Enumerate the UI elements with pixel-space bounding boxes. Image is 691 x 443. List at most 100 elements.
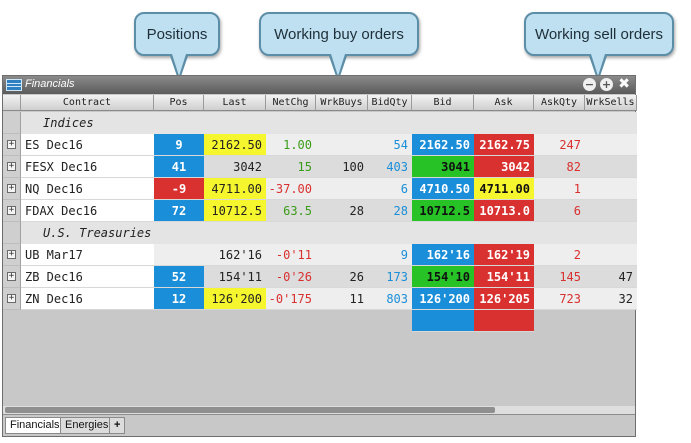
cell-contract[interactable]: ZB Dec16 <box>21 266 154 288</box>
cell-bid[interactable]: 126'200 <box>412 288 474 310</box>
cell-bidqty: 173 <box>368 266 412 288</box>
row-gutter: + <box>3 266 21 288</box>
expand-icon[interactable]: + <box>7 294 16 303</box>
cell-ask[interactable]: 154'11 <box>474 266 534 288</box>
column-header-netchg[interactable]: NetChg <box>266 95 316 111</box>
column-header-ask[interactable]: Ask <box>474 95 534 111</box>
cell-wrksells <box>585 244 637 266</box>
close-icon[interactable]: ✖ <box>618 77 630 92</box>
cell-pos: -9 <box>154 178 204 200</box>
cell-contract[interactable]: ZN Dec16 <box>21 288 154 310</box>
cell-netchg: -37.00 <box>266 178 316 200</box>
header-gutter <box>3 95 21 111</box>
expand-icon[interactable]: + <box>7 272 16 281</box>
expand-icon[interactable]: + <box>7 140 16 149</box>
cell-ask[interactable]: 10713.0 <box>474 200 534 222</box>
instrument-row[interactable]: + ZN Dec16 12 126'200 -0'175 11 803 126'200 126'… <box>3 288 637 310</box>
instrument-row[interactable]: + UB Mar17 162'16 -0'11 9 162'16 162'19 2 <box>3 244 637 266</box>
cell-bid[interactable]: 10712.5 <box>412 200 474 222</box>
cell-netchg: -0'11 <box>266 244 316 266</box>
financials-window: Financials − + ✖ Contract Pos Last NetChg Wr… <box>2 75 637 437</box>
cell-last: 126'200 <box>204 288 266 310</box>
cell-contract[interactable]: FESX Dec16 <box>21 156 154 178</box>
expand-icon[interactable]: + <box>7 162 16 171</box>
window-titlebar[interactable]: Financials − + ✖ <box>3 76 635 94</box>
column-header-bid[interactable]: Bid <box>412 95 474 111</box>
cell-contract[interactable]: NQ Dec16 <box>21 178 154 200</box>
column-header-wrksells[interactable]: WrkSells <box>585 95 637 111</box>
cell-wrkbuys: 28 <box>316 200 368 222</box>
cell-bid[interactable]: 3041 <box>412 156 474 178</box>
cell-ask[interactable]: 126'205 <box>474 288 534 310</box>
cell-bidqty: 28 <box>368 200 412 222</box>
column-header-askqty[interactable]: AskQty <box>534 95 585 111</box>
cell-bidqty: 9 <box>368 244 412 266</box>
row-gutter: + <box>3 200 21 222</box>
instrument-row[interactable]: + ZB Dec16 52 154'11 -0'26 26 173 154'10 154'11 1… <box>3 266 637 288</box>
column-header-pos[interactable]: Pos <box>154 95 204 111</box>
cell-pos: 72 <box>154 200 204 222</box>
cell-ask[interactable]: 4711.00 <box>474 178 534 200</box>
cell-askqty: 82 <box>534 156 585 178</box>
cell-wrkbuys <box>316 134 368 156</box>
callout-positions: Positions <box>134 12 220 56</box>
callout-sell-label: Working sell orders <box>534 25 664 43</box>
cell-bidqty: 803 <box>368 288 412 310</box>
cell-last: 162'16 <box>204 244 266 266</box>
grid-app-icon <box>6 79 22 91</box>
cell-askqty: 1 <box>534 178 585 200</box>
cell-wrksells: 32 <box>585 288 637 310</box>
cell-bid[interactable]: 4710.50 <box>412 178 474 200</box>
cell-contract[interactable]: UB Mar17 <box>21 244 154 266</box>
scrollbar-thumb[interactable] <box>5 407 495 413</box>
row-gutter <box>3 112 21 134</box>
column-header-contract[interactable]: Contract <box>21 95 154 111</box>
minimize-icon[interactable]: − <box>583 78 596 91</box>
tab-financials[interactable]: Financials <box>5 417 65 434</box>
maximize-icon[interactable]: + <box>600 78 613 91</box>
horizontal-scrollbar[interactable] <box>3 406 635 414</box>
section-header-row: U.S. Treasuries <box>3 222 637 244</box>
empty-row <box>3 310 637 332</box>
add-tab-button[interactable]: + <box>109 417 126 434</box>
cell-bidqty: 54 <box>368 134 412 156</box>
column-header-last[interactable]: Last <box>204 95 266 111</box>
cell-askqty: 6 <box>534 200 585 222</box>
cell-askqty: 723 <box>534 288 585 310</box>
cell-contract[interactable]: ES Dec16 <box>21 134 154 156</box>
ask-depth-bar <box>474 310 534 332</box>
expand-icon[interactable]: + <box>7 206 16 215</box>
instrument-row[interactable]: + NQ Dec16 -9 4711.00 -37.00 6 4710.50 4711.00 1 <box>3 178 637 200</box>
instrument-row[interactable]: + ES Dec16 9 2162.50 1.00 54 2162.50 2162.75 247 <box>3 134 637 156</box>
row-gutter: + <box>3 244 21 266</box>
cell-last: 4711.00 <box>204 178 266 200</box>
cell-pos: 12 <box>154 288 204 310</box>
cell-bid[interactable]: 162'16 <box>412 244 474 266</box>
cell-bid[interactable]: 154'10 <box>412 266 474 288</box>
cell-bid[interactable]: 2162.50 <box>412 134 474 156</box>
column-header-bidqty[interactable]: BidQty <box>368 95 412 111</box>
section-label: Indices <box>43 116 94 130</box>
cell-wrkbuys: 26 <box>316 266 368 288</box>
tab-bar: Financials Energies + <box>3 414 635 436</box>
cell-pos: 41 <box>154 156 204 178</box>
cell-ask[interactable]: 3042 <box>474 156 534 178</box>
expand-icon[interactable]: + <box>7 250 16 259</box>
cell-ask[interactable]: 2162.75 <box>474 134 534 156</box>
cell-contract[interactable]: FDAX Dec16 <box>21 200 154 222</box>
cell-last: 154'11 <box>204 266 266 288</box>
cell-netchg: 63.5 <box>266 200 316 222</box>
expand-icon[interactable]: + <box>7 184 16 193</box>
cell-last: 3042 <box>204 156 266 178</box>
cell-pos: 52 <box>154 266 204 288</box>
tab-energies[interactable]: Energies <box>60 417 114 434</box>
instrument-row[interactable]: + FDAX Dec16 72 10712.5 63.5 28 28 10712.5 10713… <box>3 200 637 222</box>
cell-ask[interactable]: 162'19 <box>474 244 534 266</box>
cell-wrksells <box>585 200 637 222</box>
row-gutter: + <box>3 178 21 200</box>
cell-wrksells <box>585 134 637 156</box>
cell-last: 10712.5 <box>204 200 266 222</box>
section-label: U.S. Treasuries <box>43 226 152 240</box>
column-header-wrkbuys[interactable]: WrkBuys <box>316 95 368 111</box>
instrument-row[interactable]: + FESX Dec16 41 3042 15 100 403 3041 3042 82 <box>3 156 637 178</box>
